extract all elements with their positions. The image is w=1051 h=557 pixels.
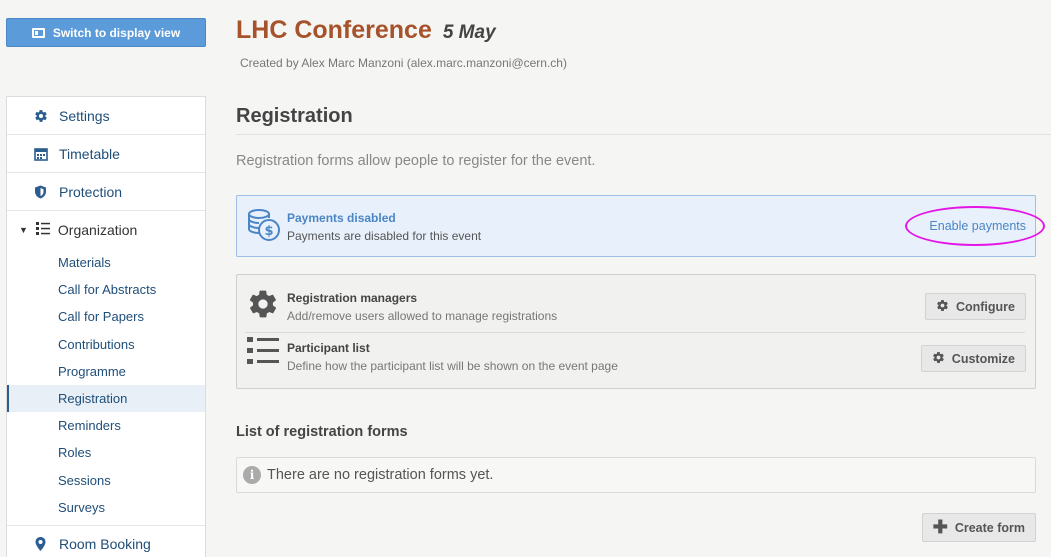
configure-label: Configure xyxy=(955,299,1015,314)
switch-view-label: Switch to display view xyxy=(52,25,181,40)
sidebar-subitem-programme[interactable]: Programme xyxy=(7,358,205,385)
list-icon xyxy=(35,222,50,238)
event-title: LHC Conference xyxy=(236,16,432,44)
section-intro: Registration forms allow people to regis… xyxy=(236,153,596,169)
list-icon xyxy=(247,336,279,368)
sidebar-subitem-registration[interactable]: Registration xyxy=(7,384,205,413)
sidebar-item-protection[interactable]: Protection xyxy=(7,173,205,211)
customize-label: Customize xyxy=(951,351,1015,366)
plus-icon: ✚ xyxy=(932,517,948,537)
registration-managers-title: Registration managers xyxy=(287,291,418,305)
sidebar-item-timetable[interactable]: Timetable xyxy=(7,135,205,173)
sidebar-label-timetable: Timetable xyxy=(59,145,120,162)
create-form-label: Create form xyxy=(954,520,1025,535)
organization-submenu: Materials Call for Abstracts Call for Pa… xyxy=(7,249,205,526)
participant-list-row: Participant list Define how the particip… xyxy=(237,334,1035,386)
participant-list-title: Participant list xyxy=(287,341,370,355)
create-form-button[interactable]: ✚ Create form xyxy=(921,513,1036,542)
location-pin-icon xyxy=(33,537,48,552)
empty-forms-message: i There are no registration forms yet. xyxy=(236,457,1036,493)
gear-icon xyxy=(932,351,945,367)
empty-forms-text: There are no registration forms yet. xyxy=(267,467,494,483)
gear-icon xyxy=(33,108,48,123)
sidebar-subitem-call-for-abstracts[interactable]: Call for Abstracts xyxy=(7,276,205,303)
gear-icon xyxy=(247,288,279,320)
configure-button[interactable]: Configure xyxy=(924,293,1026,320)
section-title: Registration xyxy=(236,105,353,127)
registration-managers-row: Registration managers Add/remove users a… xyxy=(237,280,1035,332)
info-icon: i xyxy=(243,466,261,484)
sidebar: Settings Timetable Protection ▼ Organiza… xyxy=(6,96,206,557)
registration-settings-panel: Registration managers Add/remove users a… xyxy=(236,274,1036,389)
sidebar-item-room-booking[interactable]: Room Booking xyxy=(7,526,205,557)
gear-icon xyxy=(936,299,949,315)
sidebar-subitem-contributions[interactable]: Contributions xyxy=(7,331,205,358)
payments-status-title: Payments disabled xyxy=(287,211,396,225)
sidebar-label-settings: Settings xyxy=(59,107,110,124)
sidebar-subitem-roles[interactable]: Roles xyxy=(7,439,205,466)
event-date: 5 May xyxy=(442,22,496,43)
forms-list-heading: List of registration forms xyxy=(236,424,408,440)
switch-to-display-view-button[interactable]: Switch to display view xyxy=(6,18,206,47)
sidebar-subitem-surveys[interactable]: Surveys xyxy=(7,494,205,521)
sidebar-subitem-reminders[interactable]: Reminders xyxy=(7,412,205,439)
display-icon xyxy=(31,27,45,38)
sidebar-item-settings[interactable]: Settings xyxy=(7,97,205,135)
payments-status-subtitle: Payments are disabled for this event xyxy=(287,229,482,243)
highlight-annotation xyxy=(905,206,1045,246)
registration-managers-subtitle: Add/remove users allowed to manage regis… xyxy=(287,309,558,323)
participant-list-subtitle: Define how the participant list will be … xyxy=(287,359,618,373)
created-by: Created by Alex Marc Manzoni (alex.marc.… xyxy=(240,56,567,70)
sidebar-subitem-call-for-papers[interactable]: Call for Papers xyxy=(7,303,205,330)
sidebar-subitem-sessions[interactable]: Sessions xyxy=(7,467,205,494)
svg-text:$: $ xyxy=(264,224,273,239)
divider xyxy=(245,332,1025,333)
sidebar-item-organization[interactable]: ▼ Organization xyxy=(7,211,205,249)
page-title: LHC Conference 5 May xyxy=(236,16,496,45)
sidebar-label-organization: Organization xyxy=(57,222,138,238)
divider xyxy=(236,134,1051,135)
shield-icon xyxy=(33,184,48,199)
coins-icon: $ xyxy=(247,208,281,242)
sidebar-subitem-materials[interactable]: Materials xyxy=(7,249,205,276)
customize-button[interactable]: Customize xyxy=(920,345,1026,372)
caret-down-icon: ▼ xyxy=(19,225,28,235)
calendar-icon xyxy=(33,146,48,161)
sidebar-label-protection: Protection xyxy=(59,183,123,200)
sidebar-label-room-booking: Room Booking xyxy=(59,536,151,553)
